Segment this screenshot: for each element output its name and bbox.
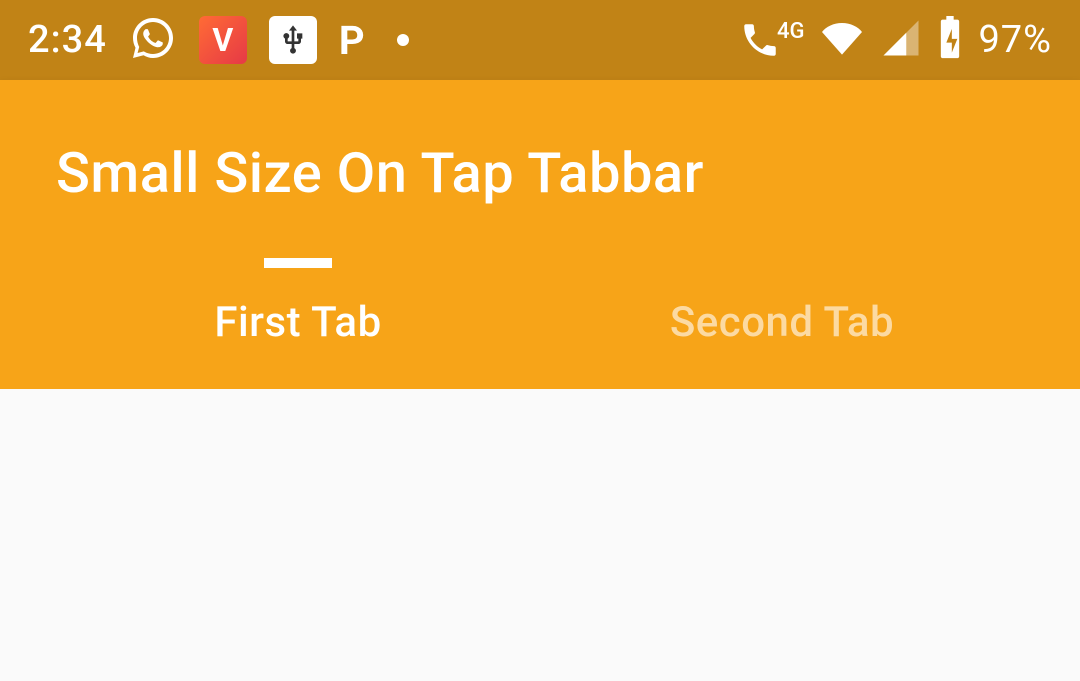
status-right: 4G 97% — [735, 16, 1052, 64]
page-title: Small Size On Tap Tabbar — [56, 140, 1024, 206]
tab-content — [0, 389, 1080, 639]
wifi-icon — [818, 18, 866, 62]
battery-charging-icon — [936, 16, 964, 64]
notification-dot-icon — [397, 34, 409, 46]
app-bar: Small Size On Tap Tabbar First Tab Secon… — [0, 80, 1080, 389]
p-icon: P — [339, 17, 365, 64]
network-label: 4G — [777, 19, 805, 44]
battery-percent: 97% — [978, 18, 1052, 62]
status-left: 2:34 V P — [28, 14, 409, 66]
signal-icon — [880, 17, 922, 63]
tab-label: First Tab — [214, 298, 381, 347]
call-4g-icon: 4G — [735, 19, 805, 61]
tab-first[interactable]: First Tab — [56, 266, 540, 389]
status-bar: 2:34 V P 4G — [0, 0, 1080, 80]
usb-icon — [269, 16, 317, 64]
tab-bar: First Tab Second Tab — [56, 266, 1024, 389]
clock: 2:34 — [28, 18, 107, 62]
tab-second[interactable]: Second Tab — [540, 266, 1024, 389]
tab-indicator — [264, 258, 332, 268]
whatsapp-icon — [129, 14, 177, 66]
tab-label: Second Tab — [670, 298, 894, 347]
vidmate-icon: V — [199, 16, 247, 64]
